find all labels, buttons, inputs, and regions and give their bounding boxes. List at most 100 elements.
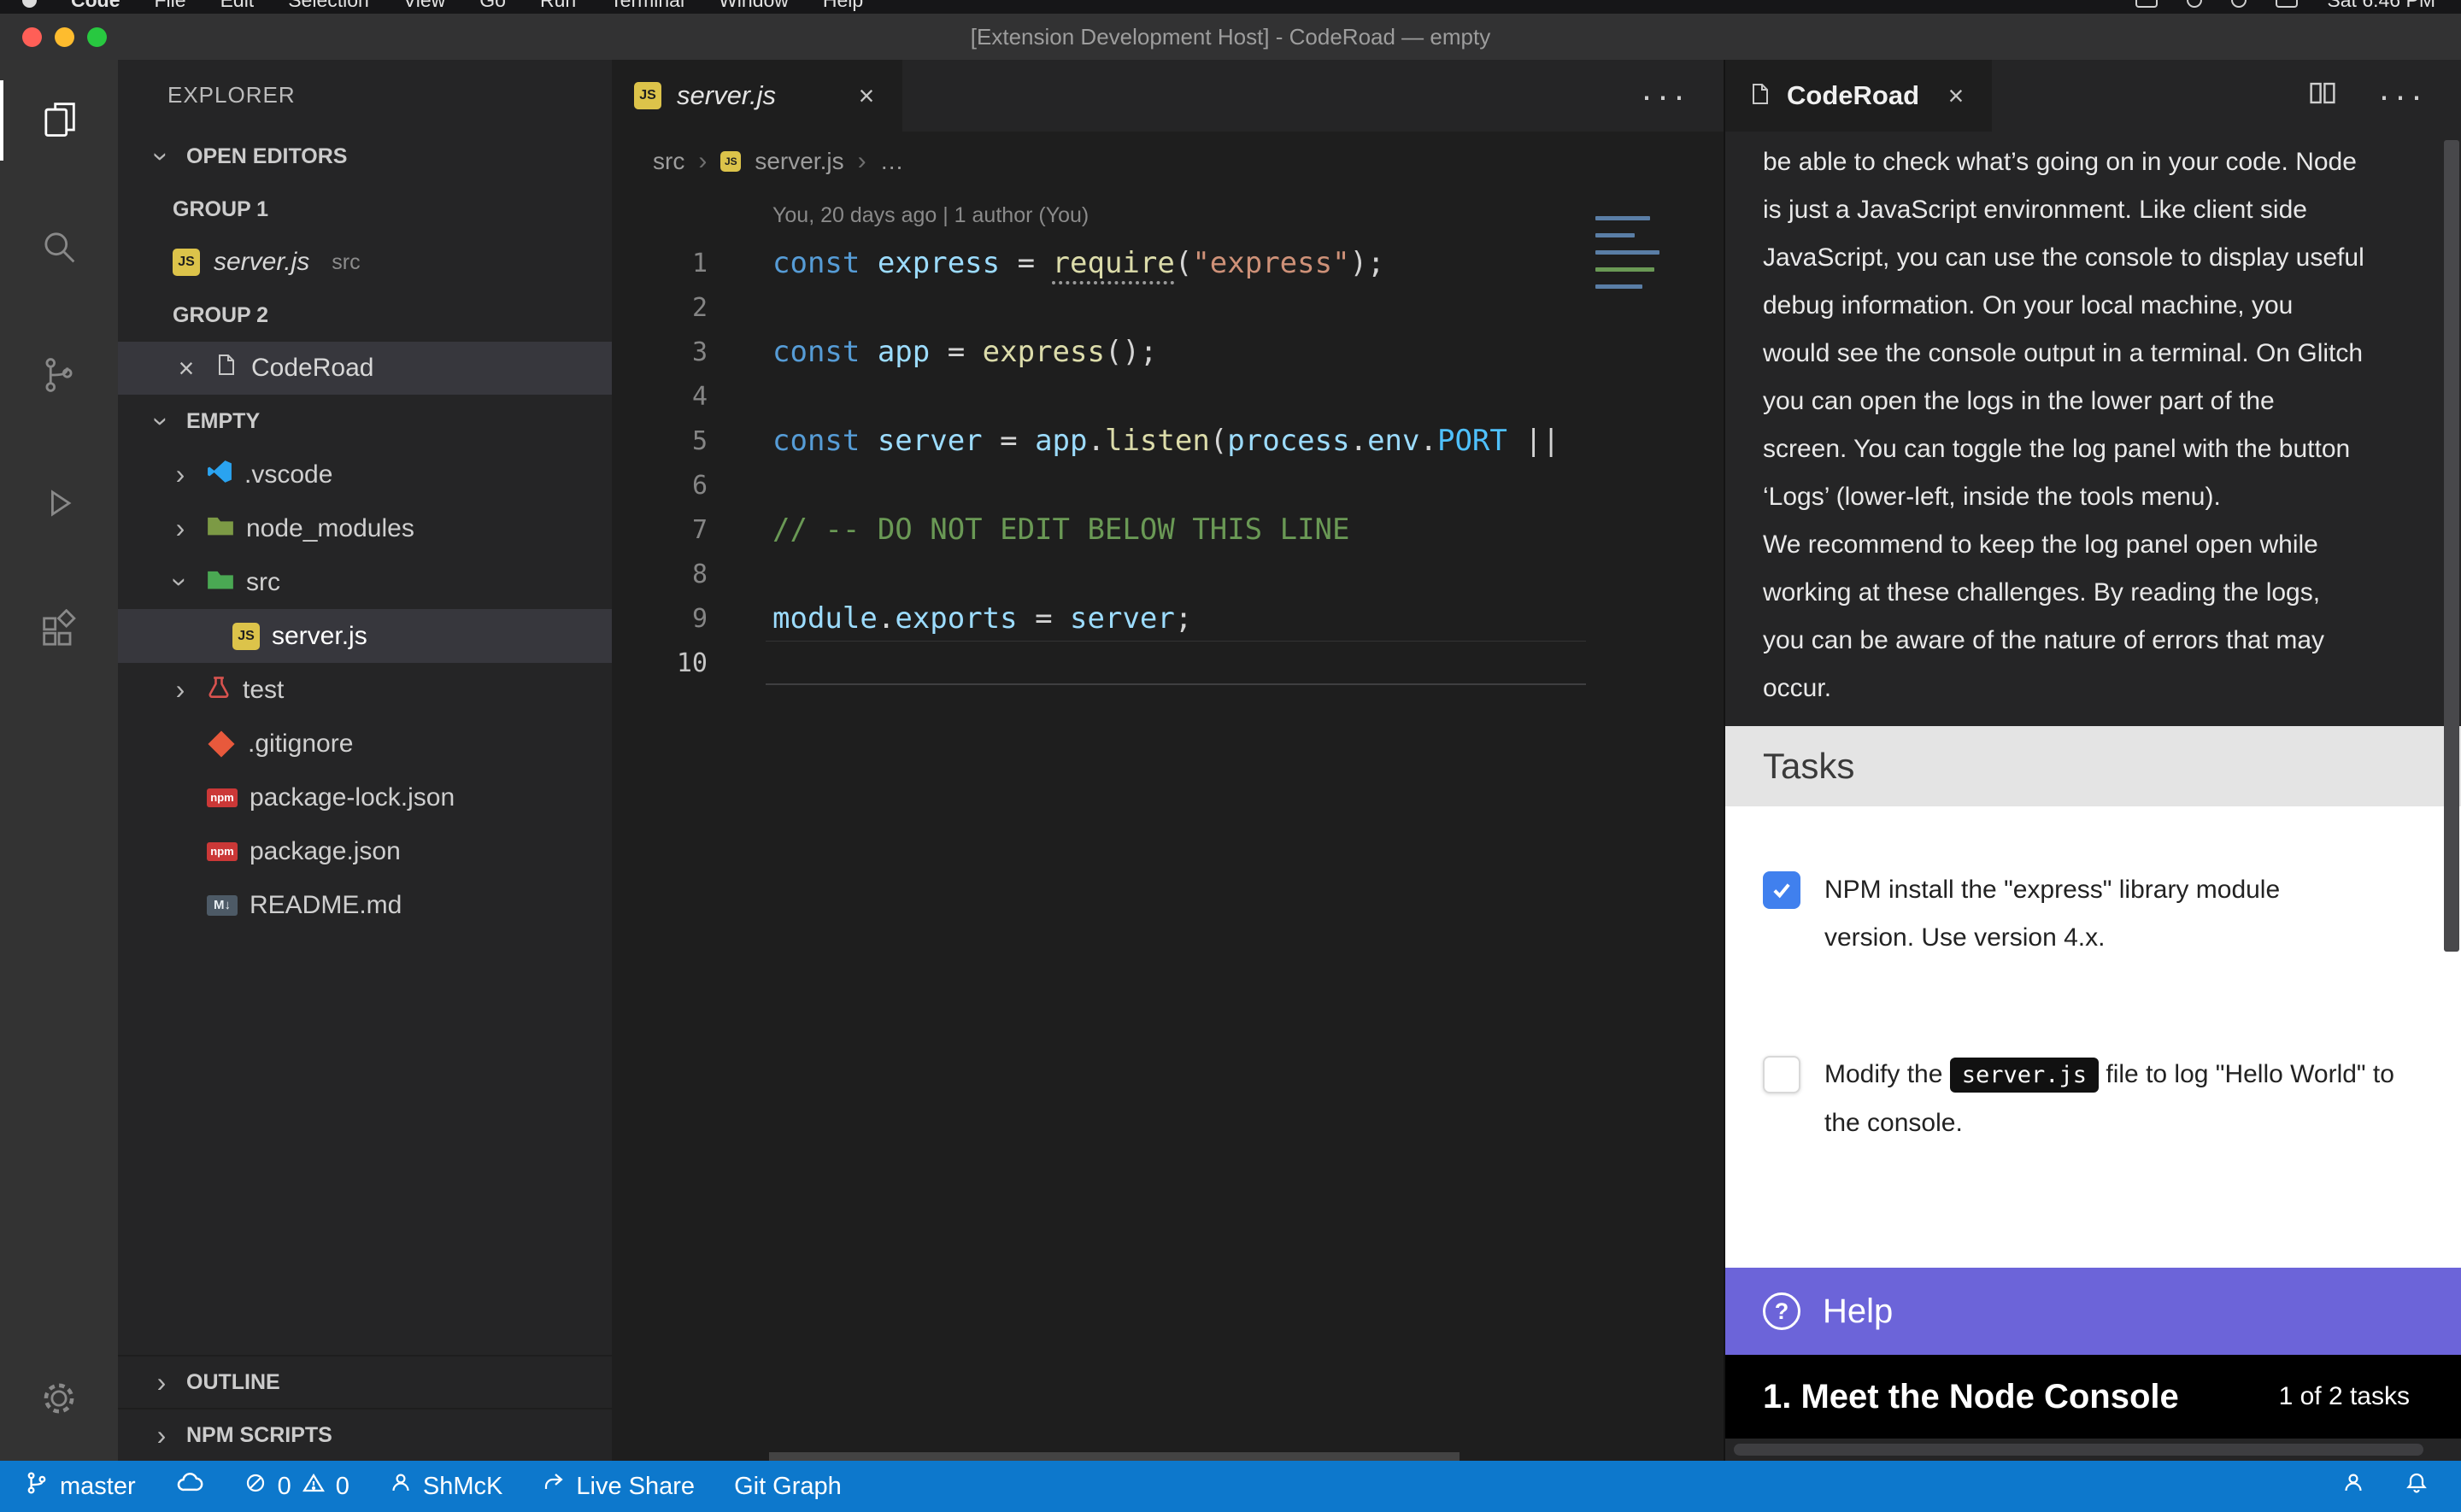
close-tab-icon[interactable]: × — [853, 80, 880, 112]
minimap[interactable] — [1589, 212, 1667, 293]
task-checkbox-checked[interactable] — [1763, 871, 1800, 909]
close-icon[interactable]: × — [173, 353, 200, 384]
menu-item-terminal[interactable]: Terminal — [610, 0, 684, 12]
extensions-activity-button[interactable] — [0, 586, 118, 680]
branch-status-item[interactable]: master — [24, 1470, 136, 1503]
webview-bottom-scrollbar[interactable] — [1725, 1439, 2461, 1461]
more-actions-button[interactable]: ··· — [1641, 75, 1689, 116]
task-text: Modify the server.js file to log "Hello … — [1824, 1051, 2405, 1147]
manage-button[interactable] — [0, 1353, 118, 1447]
feedback-status-item[interactable] — [2341, 1471, 2365, 1502]
live-share-status-item[interactable]: Live Share — [542, 1471, 695, 1502]
code-token: server — [878, 424, 983, 458]
menu-item-file[interactable]: File — [155, 0, 186, 12]
current-line-highlight — [766, 641, 1586, 685]
code-line[interactable]: 9module.exports = server; — [612, 596, 1724, 641]
git-graph-status-item[interactable]: Git Graph — [734, 1473, 842, 1501]
guide-line: working at these challenges. By reading … — [1763, 569, 2423, 617]
status-icon[interactable] — [2135, 0, 2158, 8]
line-text: const server = app.listen(process.env.PO… — [772, 424, 1559, 458]
help-section-header[interactable]: ? Help — [1725, 1268, 2461, 1355]
tree-item-src[interactable]: › src — [118, 555, 612, 609]
tree-item-node-modules[interactable]: › node_modules — [118, 501, 612, 555]
more-actions-button[interactable]: ··· — [2378, 75, 2427, 116]
npm-icon: npm — [207, 842, 238, 861]
tree-item-package-lock[interactable]: npm package-lock.json — [118, 771, 612, 824]
source-control-activity-button[interactable] — [0, 330, 118, 424]
publish-status-item[interactable] — [175, 1471, 204, 1502]
open-editor-coderoad[interactable]: × CodeRoad — [118, 342, 612, 395]
git-icon — [208, 730, 234, 757]
line-text: const express = require("express"); — [772, 246, 1385, 280]
breadcrumb-symbol[interactable]: … — [880, 148, 904, 175]
menu-item-edit[interactable]: Edit — [220, 0, 255, 12]
code-token: listen — [1105, 424, 1210, 458]
guide-line: debug information. On your local machine… — [1763, 282, 2423, 330]
explorer-activity-button[interactable] — [0, 73, 118, 167]
apple-icon[interactable] — [22, 0, 37, 8]
line-number: 7 — [612, 515, 708, 545]
live-share-label: Live Share — [576, 1473, 695, 1501]
account-status-item[interactable]: ShMcK — [389, 1471, 502, 1502]
problems-status-item[interactable]: 0 0 — [244, 1471, 349, 1502]
code-area[interactable]: You, 20 days ago | 1 author (You) 1const… — [612, 203, 1724, 1461]
battery-icon[interactable] — [2276, 0, 2298, 8]
close-window-button[interactable] — [22, 27, 42, 47]
tab-coderoad[interactable]: CodeRoad × — [1725, 60, 1992, 132]
npm-scripts-pane-header[interactable]: › NPM SCRIPTS — [118, 1408, 612, 1461]
menu-item-view[interactable]: View — [403, 0, 445, 12]
zoom-window-button[interactable] — [87, 27, 107, 47]
code-line-current[interactable]: 10 — [612, 641, 1724, 685]
vertical-scrollbar-thumb[interactable] — [2444, 140, 2459, 952]
code-line[interactable]: 2 — [612, 285, 1724, 330]
codelens[interactable]: You, 20 days ago | 1 author (You) — [772, 203, 1724, 241]
code-line[interactable]: 6 — [612, 463, 1724, 507]
workspace-header[interactable]: › EMPTY — [118, 395, 612, 448]
scrollbar-thumb[interactable] — [769, 1452, 1460, 1461]
tree-item-package-json[interactable]: npm package.json — [118, 824, 612, 878]
tree-item-test[interactable]: › test — [118, 663, 612, 717]
code-line[interactable]: 1const express = require("express"); — [612, 241, 1724, 285]
open-editors-header[interactable]: › OPEN EDITORS — [118, 130, 612, 183]
status-icon[interactable] — [2231, 0, 2247, 8]
git-graph-label: Git Graph — [734, 1473, 842, 1501]
menu-item-help[interactable]: Help — [823, 0, 863, 12]
code-line[interactable]: 8 — [612, 552, 1724, 596]
tree-item-readme[interactable]: M↓ README.md — [118, 878, 612, 932]
tree-item-label: .gitignore — [248, 730, 353, 759]
search-activity-button[interactable] — [0, 202, 118, 296]
tree-item-vscode[interactable]: › .vscode — [118, 448, 612, 501]
code-line[interactable]: 7 // -- DO NOT EDIT BELOW THIS LINE — [612, 507, 1724, 552]
code-line[interactable]: 3const app = express(); — [612, 330, 1724, 374]
open-editor-name: CodeRoad — [251, 354, 373, 383]
tree-item-gitignore[interactable]: .gitignore — [118, 717, 612, 771]
split-editor-icon[interactable] — [2308, 75, 2337, 116]
breadcrumb-file[interactable]: server.js — [755, 148, 843, 175]
chevron-right-icon: › — [166, 674, 195, 706]
menu-item-window[interactable]: Window — [719, 0, 789, 12]
code-token: const — [772, 424, 878, 458]
close-tab-icon[interactable]: × — [1942, 80, 1970, 112]
horizontal-scrollbar[interactable] — [612, 1452, 1724, 1461]
code-line[interactable]: 5const server = app.listen(process.env.P… — [612, 419, 1724, 463]
guide-line: would see the console output in a termin… — [1763, 330, 2423, 378]
menu-item-selection[interactable]: Selection — [288, 0, 369, 12]
status-icon[interactable] — [2187, 0, 2202, 8]
outline-pane-header[interactable]: › OUTLINE — [118, 1355, 612, 1408]
tree-item-serverjs[interactable]: JS server.js — [118, 609, 612, 663]
menu-item-code[interactable]: Code — [71, 0, 120, 12]
run-debug-activity-button[interactable] — [0, 458, 118, 552]
code-line[interactable]: 4 — [612, 374, 1724, 419]
lesson-header[interactable]: 1. Meet the Node Console 1 of 2 tasks — [1725, 1355, 2461, 1439]
menubar-clock[interactable]: Sat 6:46 PM — [2327, 0, 2435, 12]
tab-serverjs[interactable]: JS server.js × — [612, 60, 902, 132]
menu-item-go[interactable]: Go — [479, 0, 506, 12]
menu-item-run[interactable]: Run — [540, 0, 576, 12]
notifications-status-item[interactable] — [2405, 1471, 2429, 1502]
open-editor-serverjs[interactable]: JS server.js src — [118, 236, 612, 289]
minimize-window-button[interactable] — [55, 27, 74, 47]
line-text: // -- DO NOT EDIT BELOW THIS LINE — [772, 513, 1350, 547]
task-checkbox-unchecked[interactable] — [1763, 1056, 1800, 1093]
breadcrumb-src[interactable]: src — [653, 148, 684, 175]
scrollbar-thumb[interactable] — [1734, 1444, 2423, 1456]
